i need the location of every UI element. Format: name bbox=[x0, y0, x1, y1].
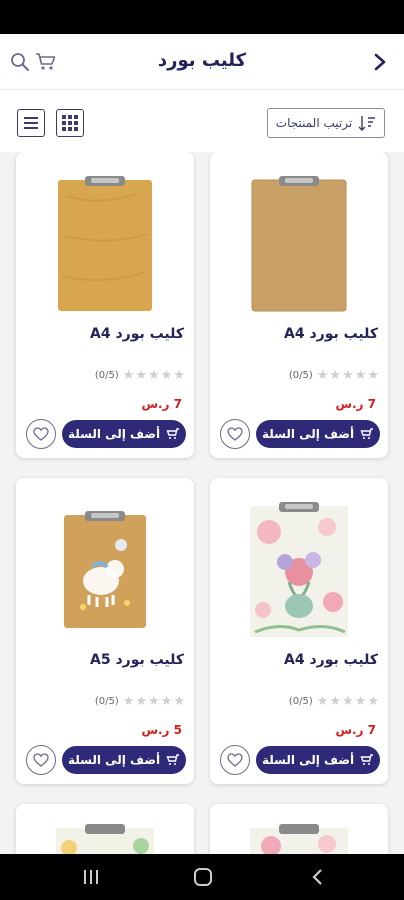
heart-icon bbox=[33, 753, 49, 767]
product-card[interactable]: كليب بورد A4 ★★★★★ (0/5) 7 ر.س أضف إلى ا… bbox=[210, 152, 388, 458]
product-card[interactable]: كليب بورد A4 ★★★★★ (0/5) 7 ر.س أضف إلى ا… bbox=[16, 152, 194, 458]
add-to-cart-label: أضف إلى السلة bbox=[67, 427, 161, 441]
list-view-button[interactable] bbox=[17, 109, 45, 137]
system-nav-bar bbox=[0, 854, 404, 900]
product-name[interactable]: كليب بورد A4 bbox=[90, 326, 184, 342]
product-rating: ★★★★★ (0/5) bbox=[289, 694, 380, 709]
product-card[interactable] bbox=[210, 804, 388, 854]
status-bar bbox=[0, 0, 404, 34]
rating-stars: ★★★★★ bbox=[316, 368, 380, 383]
rating-count: (0/5) bbox=[94, 370, 119, 381]
toolbar: ترتيب المنتجات bbox=[0, 90, 404, 152]
product-rating: ★★★★★ (0/5) bbox=[289, 368, 380, 383]
rating-count: (0/5) bbox=[288, 370, 313, 381]
rating-count: (0/5) bbox=[288, 696, 313, 707]
rating-count: (0/5) bbox=[94, 696, 119, 707]
home-icon[interactable] bbox=[188, 866, 218, 888]
app-header: كليب بورد bbox=[0, 34, 404, 90]
product-card[interactable]: كليب بورد A5 ★★★★★ (0/5) 5 ر.س أضف إلى ا… bbox=[16, 478, 194, 784]
product-image[interactable] bbox=[40, 164, 170, 324]
product-image[interactable] bbox=[234, 164, 364, 324]
add-to-cart-button[interactable]: أضف إلى السلة bbox=[256, 420, 380, 448]
product-name[interactable]: كليب بورد A4 bbox=[284, 652, 378, 668]
sort-icon bbox=[358, 116, 376, 131]
product-image[interactable] bbox=[40, 490, 170, 650]
rating-stars: ★★★★★ bbox=[122, 368, 186, 383]
sort-products-button[interactable]: ترتيب المنتجات bbox=[267, 108, 385, 138]
add-to-cart-button[interactable]: أضف إلى السلة bbox=[62, 746, 186, 774]
grid-view-button[interactable] bbox=[56, 109, 84, 137]
list-view-icon bbox=[24, 117, 38, 129]
product-card[interactable]: كليب بورد A4 ★★★★★ (0/5) 7 ر.س أضف إلى ا… bbox=[210, 478, 388, 784]
grid-view-icon bbox=[62, 115, 78, 131]
product-image[interactable] bbox=[40, 824, 170, 854]
search-icon[interactable] bbox=[8, 50, 32, 74]
cart-icon bbox=[166, 754, 180, 765]
add-to-cart-button[interactable]: أضف إلى السلة bbox=[256, 746, 380, 774]
product-price: 7 ر.س bbox=[335, 723, 376, 737]
add-to-cart-button[interactable]: أضف إلى السلة bbox=[62, 420, 186, 448]
cart-icon bbox=[360, 428, 374, 439]
sort-label: ترتيب المنتجات bbox=[275, 116, 353, 130]
wishlist-button[interactable] bbox=[26, 419, 56, 449]
product-card[interactable] bbox=[16, 804, 194, 854]
heart-icon bbox=[227, 427, 243, 441]
product-grid: كليب بورد A4 ★★★★★ (0/5) 7 ر.س أضف إلى ا… bbox=[0, 152, 404, 854]
product-rating: ★★★★★ (0/5) bbox=[95, 368, 186, 383]
product-rating: ★★★★★ (0/5) bbox=[95, 694, 186, 709]
product-name[interactable]: كليب بورد A4 bbox=[284, 326, 378, 342]
heart-icon bbox=[227, 753, 243, 767]
page-title: كليب بورد bbox=[157, 50, 247, 71]
wishlist-button[interactable] bbox=[26, 745, 56, 775]
add-to-cart-label: أضف إلى السلة bbox=[67, 753, 161, 767]
rating-stars: ★★★★★ bbox=[316, 694, 380, 709]
wishlist-button[interactable] bbox=[220, 419, 250, 449]
add-to-cart-label: أضف إلى السلة bbox=[261, 427, 355, 441]
product-price: 7 ر.س bbox=[141, 397, 182, 411]
back-icon[interactable] bbox=[302, 866, 332, 888]
product-image[interactable] bbox=[234, 824, 364, 854]
product-price: 5 ر.س bbox=[141, 723, 182, 737]
product-price: 7 ر.س bbox=[335, 397, 376, 411]
wishlist-button[interactable] bbox=[220, 745, 250, 775]
add-to-cart-label: أضف إلى السلة bbox=[261, 753, 355, 767]
rating-stars: ★★★★★ bbox=[122, 694, 186, 709]
cart-icon bbox=[360, 754, 374, 765]
heart-icon bbox=[33, 427, 49, 441]
cart-icon bbox=[166, 428, 180, 439]
product-image[interactable] bbox=[234, 490, 364, 650]
recent-apps-icon[interactable] bbox=[76, 866, 106, 888]
product-name[interactable]: كليب بورد A5 bbox=[90, 652, 184, 668]
cart-icon[interactable] bbox=[34, 50, 58, 74]
